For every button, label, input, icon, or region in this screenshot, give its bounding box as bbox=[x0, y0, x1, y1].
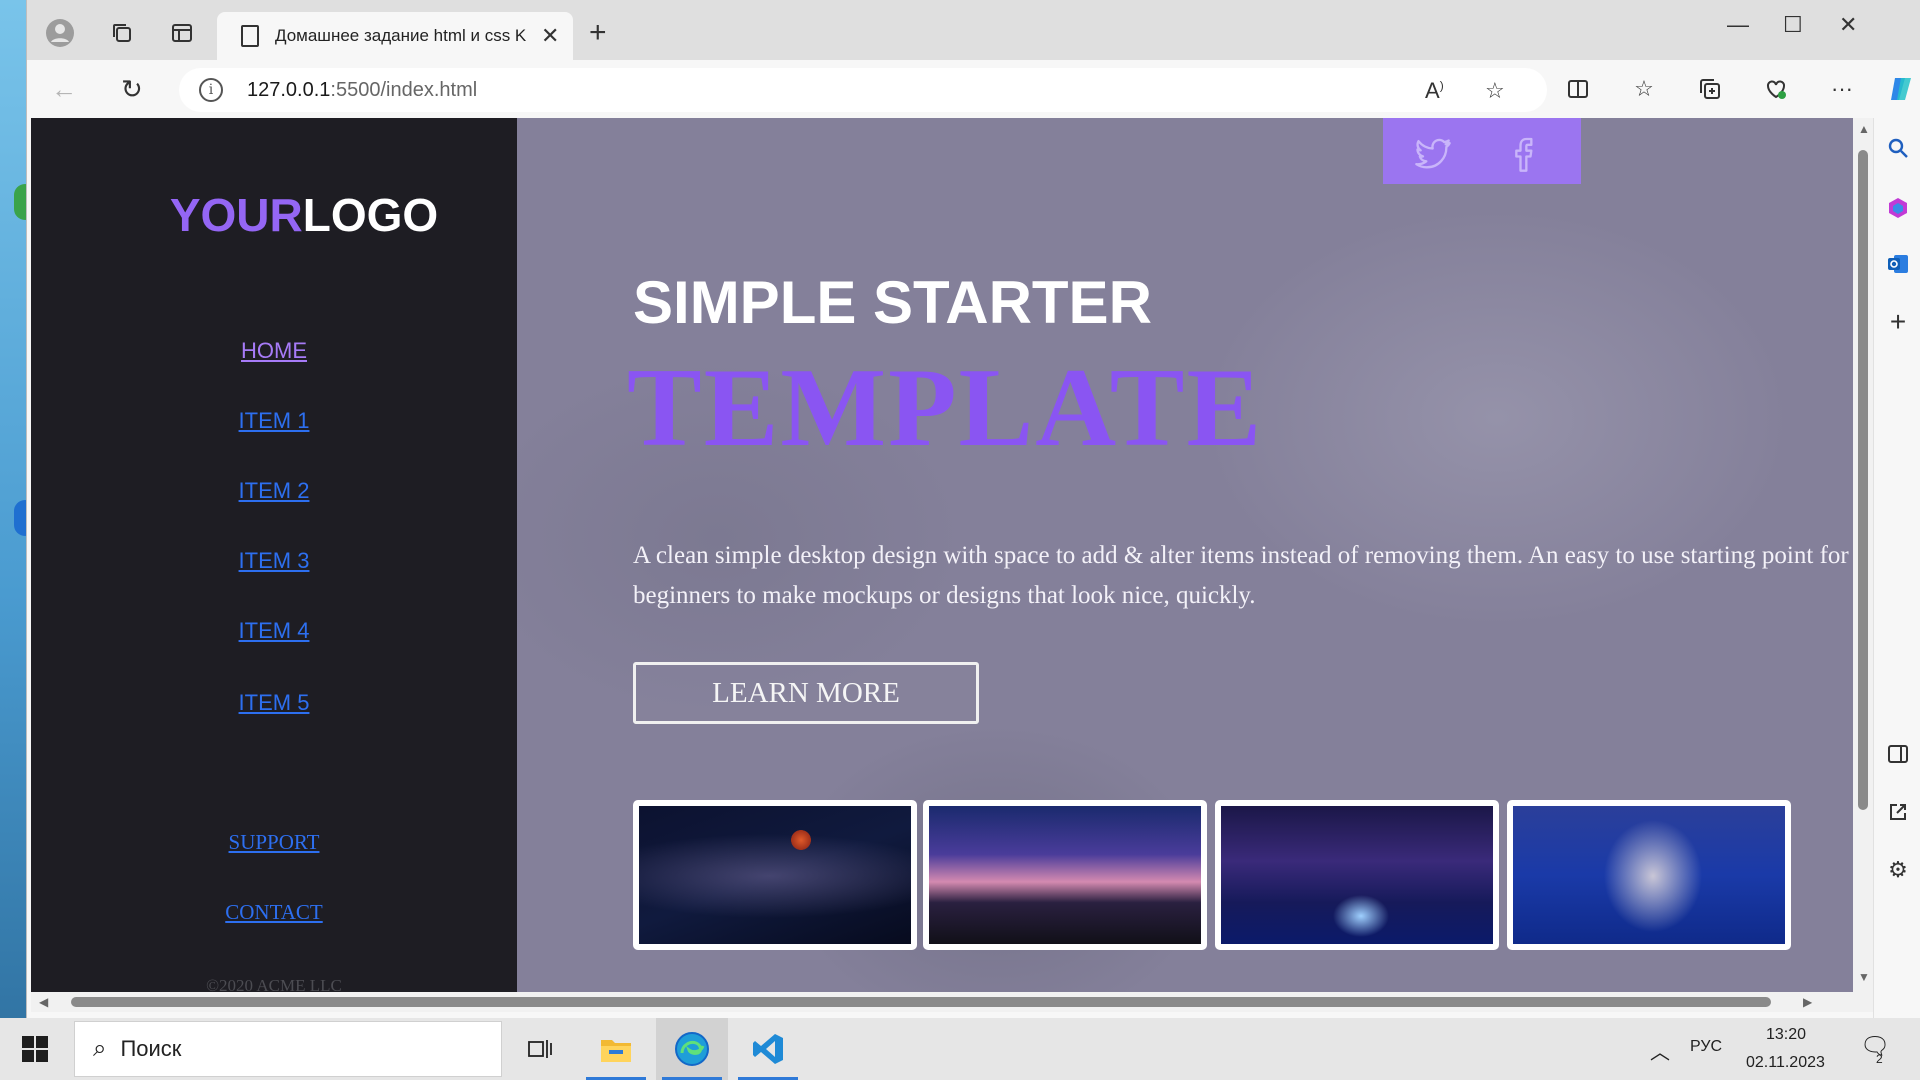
workspaces-icon[interactable] bbox=[107, 18, 137, 48]
url-text[interactable]: 127.0.0.1:5500/index.html bbox=[247, 79, 477, 102]
nav-link-home[interactable]: HOME bbox=[31, 338, 517, 364]
contact-link[interactable]: CONTACT bbox=[31, 900, 517, 925]
search-placeholder: Поиск bbox=[120, 1036, 182, 1061]
address-bar[interactable]: i 127.0.0.1:5500/index.html A) ☆ bbox=[179, 68, 1547, 112]
tab-actions-icon[interactable] bbox=[167, 18, 197, 48]
close-window-button[interactable]: ✕ bbox=[1839, 12, 1857, 38]
favorites-icon[interactable]: ☆ bbox=[1627, 72, 1661, 106]
refresh-button[interactable]: ↻ bbox=[121, 74, 143, 104]
nav-link-item-4[interactable]: ITEM 4 bbox=[31, 618, 517, 644]
collections-icon[interactable] bbox=[1693, 72, 1727, 106]
facebook-icon[interactable] bbox=[1503, 134, 1543, 174]
edge-taskbar-icon[interactable] bbox=[656, 1018, 728, 1080]
horizontal-scroll-thumb[interactable] bbox=[71, 997, 1771, 1007]
learn-more-button[interactable]: LEARN MORE bbox=[633, 662, 979, 724]
profile-icon[interactable] bbox=[45, 18, 75, 48]
search-icon: ⌕ bbox=[93, 1035, 107, 1062]
browser-window: Домашнее задание html и css K ✕ + — ☐ ✕ … bbox=[26, 0, 1920, 1018]
windows-start-icon[interactable] bbox=[22, 1036, 50, 1064]
external-link-icon[interactable] bbox=[1882, 796, 1914, 828]
logo-part-logo: LOGO bbox=[302, 189, 439, 241]
scroll-left-icon[interactable]: ◀ bbox=[39, 995, 48, 1009]
copilot-icon[interactable] bbox=[1885, 72, 1919, 106]
gallery-image-sunset[interactable] bbox=[923, 800, 1207, 950]
hero-description: A clean simple desktop design with space… bbox=[633, 542, 1849, 609]
desktop-icons-strip bbox=[0, 170, 36, 590]
favorite-star-icon[interactable]: ☆ bbox=[1485, 78, 1505, 104]
minimize-button[interactable]: — bbox=[1727, 12, 1749, 38]
info-icon[interactable]: i bbox=[199, 78, 223, 102]
tab-active[interactable]: Домашнее задание html и css K ✕ bbox=[217, 12, 573, 60]
browser-toolbar: ← ↻ i 127.0.0.1:5500/index.html A) ☆ ☆ ·… bbox=[27, 60, 1920, 118]
file-explorer-icon[interactable] bbox=[580, 1018, 652, 1080]
vertical-scroll-thumb[interactable] bbox=[1858, 150, 1868, 810]
scroll-down-icon[interactable]: ▼ bbox=[1858, 970, 1870, 984]
notification-count: 2 bbox=[1876, 1052, 1883, 1066]
scroll-up-icon[interactable]: ▲ bbox=[1858, 122, 1870, 136]
tab-title: Домашнее задание html и css K bbox=[275, 26, 527, 45]
tab-bar: Домашнее задание html и css K ✕ + — ☐ ✕ bbox=[27, 0, 1920, 60]
outlook-icon[interactable] bbox=[1882, 248, 1914, 280]
image-gallery bbox=[633, 800, 1793, 950]
social-links bbox=[1383, 118, 1581, 184]
twitter-icon[interactable] bbox=[1413, 134, 1453, 174]
site-sidebar: YOURLOGO HOME ITEM 1 ITEM 2 ITEM 3 ITEM … bbox=[31, 118, 517, 992]
nav-link-item-3[interactable]: ITEM 3 bbox=[31, 548, 517, 574]
task-view-icon[interactable] bbox=[504, 1018, 576, 1080]
new-tab-button[interactable]: + bbox=[589, 18, 607, 48]
nav-link-item-2[interactable]: ITEM 2 bbox=[31, 478, 517, 504]
clock-time[interactable]: 13:20 bbox=[1766, 1026, 1806, 1044]
language-indicator[interactable]: РУС bbox=[1690, 1038, 1722, 1056]
tray-chevron-icon[interactable]: ︿ bbox=[1650, 1036, 1670, 1065]
vertical-scrollbar[interactable]: ▲ ▼ bbox=[1853, 118, 1873, 992]
gallery-image-night[interactable] bbox=[1215, 800, 1499, 950]
windows-taskbar: ⌕ Поиск ︿ РУС 13:20 02.11.2023 🗨 2 bbox=[0, 1018, 1920, 1080]
logo-part-your: YOUR bbox=[169, 189, 303, 241]
office-icon[interactable] bbox=[1882, 192, 1914, 224]
read-aloud-icon[interactable]: A) bbox=[1425, 78, 1444, 104]
back-button[interactable]: ← bbox=[51, 74, 77, 104]
horizontal-scrollbar[interactable]: ◀ ▶ bbox=[31, 992, 1873, 1012]
browser-essentials-icon[interactable] bbox=[1759, 72, 1793, 106]
taskbar-search[interactable]: ⌕ Поиск bbox=[74, 1021, 502, 1077]
more-options-icon[interactable]: ··· bbox=[1825, 72, 1859, 106]
edge-sidebar: + ⚙ bbox=[1873, 118, 1920, 1018]
url-path: :5500/index.html bbox=[330, 78, 478, 101]
add-sidebar-app-icon[interactable]: + bbox=[1882, 306, 1914, 338]
settings-gear-icon[interactable]: ⚙ bbox=[1882, 854, 1914, 886]
search-icon[interactable] bbox=[1882, 132, 1914, 164]
nav-link-item-5[interactable]: ITEM 5 bbox=[31, 690, 517, 716]
gallery-image-cyborg[interactable] bbox=[1507, 800, 1791, 950]
hero-section: SIMPLE STARTER TEMPLATE A clean simple d… bbox=[517, 118, 1853, 992]
support-link[interactable]: SUPPORT bbox=[31, 830, 517, 855]
gallery-image-moon[interactable] bbox=[633, 800, 917, 950]
clock-date[interactable]: 02.11.2023 bbox=[1746, 1054, 1825, 1072]
page-viewport: YOURLOGO HOME ITEM 1 ITEM 2 ITEM 3 ITEM … bbox=[31, 118, 1853, 992]
close-tab-icon[interactable]: ✕ bbox=[541, 23, 559, 49]
document-icon bbox=[241, 25, 259, 47]
url-host: 127.0.0.1 bbox=[247, 78, 331, 101]
nav-link-item-1[interactable]: ITEM 1 bbox=[31, 408, 517, 434]
scroll-right-icon[interactable]: ▶ bbox=[1803, 995, 1812, 1009]
site-logo[interactable]: YOURLOGO bbox=[31, 188, 577, 242]
hero-title: SIMPLE STARTER bbox=[633, 269, 1152, 336]
vscode-icon[interactable] bbox=[732, 1018, 804, 1080]
hero-subtitle: TEMPLATE bbox=[627, 346, 1264, 470]
maximize-button[interactable]: ☐ bbox=[1783, 12, 1803, 38]
split-screen-icon[interactable] bbox=[1561, 72, 1595, 106]
hide-sidebar-icon[interactable] bbox=[1882, 738, 1914, 770]
copyright-text: ©2020 ACME LLC bbox=[206, 976, 342, 992]
